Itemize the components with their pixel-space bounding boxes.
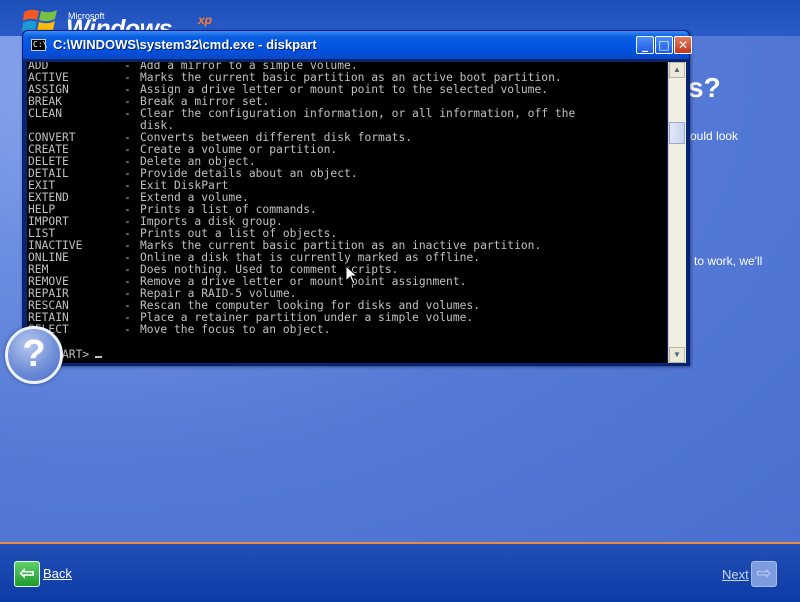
window-title: C:\WINDOWS\system32\cmd.exe - diskpart [53, 37, 317, 52]
next-arrow-icon[interactable]: ⇨ [751, 561, 777, 587]
bottom-bar [0, 542, 800, 602]
cmd-icon[interactable]: C:\ [31, 39, 47, 51]
command-description: Clear the configuration information, or … [140, 107, 576, 120]
console-line: CREATE - Create a volume or partition. [28, 144, 575, 156]
command-name: CLEAN [28, 107, 63, 120]
console-output[interactable]: ADD - Add a mirror to a simple volume. ACTI… [27, 62, 667, 363]
cmd-window[interactable]: C:\ C:\WINDOWS\system32\cmd.exe - diskpa… [22, 30, 692, 366]
text-cursor [95, 356, 103, 358]
next-label[interactable]: Next [722, 567, 749, 582]
back-arrow-icon[interactable]: ⇦ [14, 561, 40, 587]
logo-edition-text: xp [198, 13, 213, 27]
scroll-down-button[interactable]: ▼ [669, 347, 685, 363]
minimize-button[interactable]: _ [636, 36, 654, 54]
console-line: CLEAN - Clear the configuration informatio… [28, 108, 575, 120]
console-line: ASSIGN - Assign a drive letter or mount po… [28, 84, 575, 96]
page-heading: s? [688, 72, 721, 103]
vertical-scrollbar[interactable]: ▲ ▼ [668, 62, 686, 363]
command-description: Move the focus to an object. [140, 323, 331, 336]
body-text-fragment: ould look [690, 129, 739, 143]
window-titlebar[interactable]: C:\ C:\WINDOWS\system32\cmd.exe - diskpa… [23, 31, 692, 59]
separator-dash: - [124, 323, 131, 336]
console-line: HELP - Prints a list of commands. [28, 204, 575, 216]
back-label[interactable]: Back [43, 566, 72, 581]
console-lines: ADD - Add a mirror to a simple volume. ACTI… [28, 62, 575, 336]
maximize-button[interactable]: □ [655, 36, 673, 54]
body-text-fragment: to work, we'll [694, 254, 763, 268]
console-line: SELECT-Move the focus to an object. [28, 324, 575, 336]
close-button[interactable]: ✕ [674, 36, 692, 54]
mouse-pointer-icon [345, 265, 359, 285]
console-line: REMOVE - Remove a drive letter or mount po… [28, 276, 575, 288]
console-line: DETAIL - Provide details about an object. [28, 168, 575, 180]
console-line: EXIT - Exit DiskPart [28, 180, 575, 192]
help-icon[interactable]: ? [5, 326, 63, 384]
scroll-thumb[interactable] [669, 122, 685, 144]
scroll-up-button[interactable]: ▲ [669, 62, 685, 78]
